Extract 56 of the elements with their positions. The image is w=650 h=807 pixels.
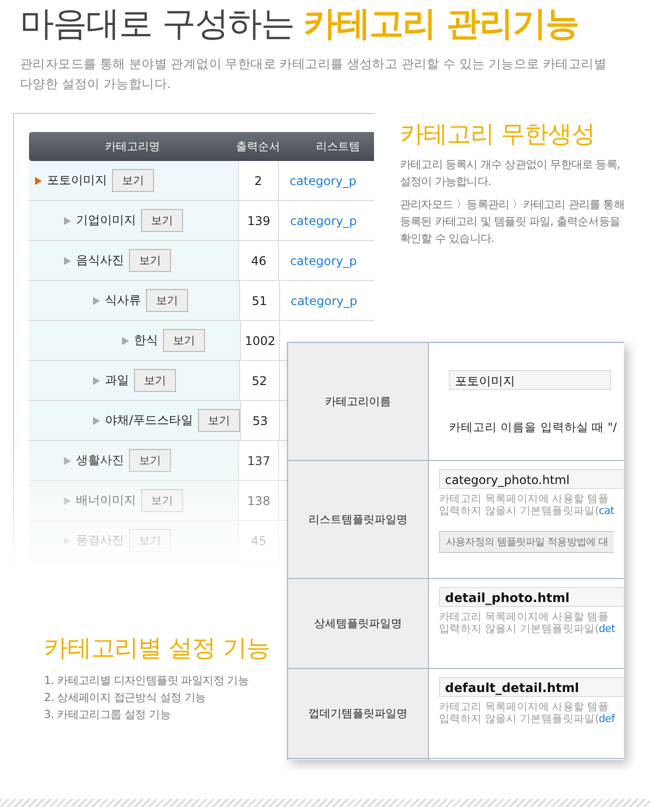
order-value: 1002 [244, 334, 276, 348]
list-item: 3. 카테고리그룹 설정 기능 [44, 707, 172, 723]
view-button[interactable]: 보기 [134, 369, 176, 392]
order-value: 53 [252, 414, 268, 428]
input-field[interactable]: detail_photo.html [439, 587, 624, 607]
view-button[interactable]: 보기 [198, 409, 240, 432]
category-name[interactable]: 과일 [105, 372, 129, 389]
hint-text: 카테고리 목록페이지에 사용할 템플 입력하지 않을시 기본템플릿파일(det [439, 611, 616, 635]
category-name[interactable]: 포토이미지 [47, 172, 107, 189]
view-button[interactable]: 보기 [163, 329, 205, 352]
hint-text: 카테고리 목록페이지에 사용할 템플 입력하지 않을시 기본템플릿파일(cat [439, 493, 616, 517]
order-value: 46 [251, 254, 266, 268]
category-name[interactable]: 식사류 [105, 292, 141, 309]
category-name[interactable]: 배너이미지 [76, 492, 136, 509]
category-name[interactable]: 기업이미지 [76, 212, 136, 229]
order-value: 52 [252, 374, 268, 388]
input-field[interactable]: 포토이미지 [449, 370, 611, 390]
section-title: 카테고리 무한생성 [400, 119, 596, 150]
category-name[interactable]: 한식 [134, 332, 158, 349]
view-button[interactable]: 보기 [112, 169, 154, 192]
input-field[interactable]: category_photo.html [439, 469, 624, 489]
order-value: 138 [247, 494, 270, 508]
field-label: 상세템플릿파일명 [314, 616, 402, 631]
order-value: 2 [254, 174, 262, 188]
category-name[interactable]: 음식사진 [76, 252, 124, 269]
column-header: 출력순서 [236, 139, 278, 154]
order-value: 45 [251, 534, 266, 548]
page-description: 관리자모드를 통해 분야별 관계없이 무한대로 카테고리를 생성하고 관리할 수 있는 기능으로 카테고리별 다양한 설정이 가능합니다. [20, 55, 608, 93]
order-value: 139 [247, 214, 270, 228]
field-label: 껍데기템플릿파일명 [308, 706, 408, 721]
section-text: 카테고리 등록시 개수 상관없이 무한대로 등록, 설정이 가능합니다. [400, 157, 621, 190]
order-value: 51 [252, 294, 268, 308]
page-title: 마음대로 구성하는 카테고리 관리기능 [20, 3, 580, 46]
section-title: 카테고리별 설정 기능 [44, 633, 270, 664]
view-button[interactable]: 보기 [146, 289, 188, 312]
input-field[interactable]: default_detail.html [439, 677, 624, 697]
list-item: 2. 상세페이지 접근방식 설정 기능 [44, 690, 207, 706]
view-button[interactable]: 보기 [129, 449, 171, 472]
category-name[interactable]: 야채/푸드스타일 [105, 412, 194, 429]
template-link[interactable]: category_p [290, 294, 358, 308]
template-link[interactable]: category_p [290, 174, 356, 188]
column-header: 카테고리명 [104, 139, 161, 154]
section-text: 관리자모드 〉등록관리 〉카테고리 관리를 통해 등록된 카테고리 및 템플릿 파일, 출력순서등을 확인할 수 있습니다. [400, 197, 626, 247]
field-label: 리스트템플릿파일명 [308, 512, 408, 527]
list-item: 1. 카테고리별 디자인템플릿 파일지정 기능 [44, 673, 250, 689]
category-name[interactable]: 생활사진 [76, 452, 124, 469]
help-button[interactable]: 사용자정의 템플릿파일 적용방법에 대 [439, 531, 614, 553]
template-link[interactable]: category_p [290, 214, 357, 228]
field-label: 카테고리이름 [325, 394, 391, 409]
order-value: 137 [247, 454, 270, 468]
hint-text: 카테고리 이름을 입력하실 때 "/ [449, 420, 618, 435]
view-button[interactable]: 보기 [141, 209, 183, 232]
template-link[interactable]: category_p [290, 254, 357, 268]
column-header: 리스트템 [314, 139, 361, 154]
view-button[interactable]: 보기 [129, 249, 171, 272]
hint-text: 카테고리 목록페이지에 사용할 템플 입력하지 않을시 기본템플릿파일(def [439, 701, 616, 725]
